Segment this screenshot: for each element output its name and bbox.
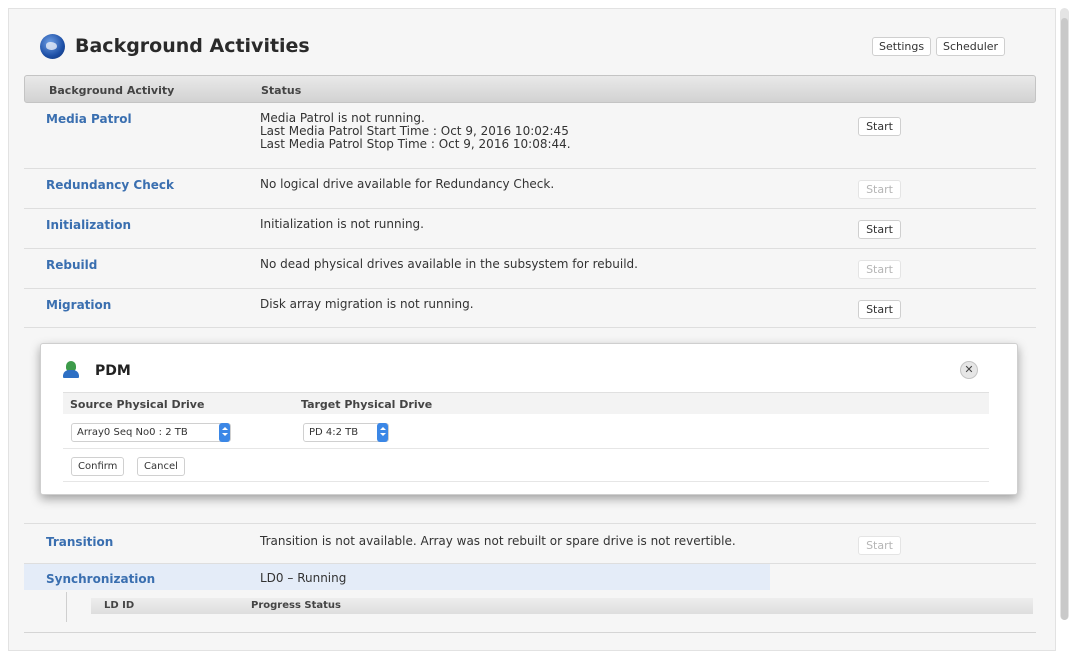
activity-link-initialization[interactable]: Initialization [46,218,131,232]
activity-row-migration: Migration Disk array migration is not ru… [24,290,1036,328]
activity-row-rebuild: Rebuild No dead physical drives availabl… [24,250,1036,289]
activity-row-transition: Transition Transition is not available. … [24,523,1036,564]
status-line: Last Media Patrol Stop Time : Oct 9, 201… [260,137,571,151]
activity-status: Initialization is not running. [260,217,424,231]
divider [63,448,989,449]
select-arrows-icon [219,423,230,442]
activity-row-redundancy-check: Redundancy Check No logical drive availa… [24,170,1036,209]
close-icon[interactable]: ✕ [960,361,978,379]
pdm-table-header: Source Physical Drive Target Physical Dr… [63,392,989,414]
activities-table-header: Background Activity Status [24,75,1036,103]
column-header-status: Status [261,84,302,97]
activity-status: Disk array migration is not running. [260,297,474,311]
activity-link-migration[interactable]: Migration [46,298,111,312]
page-title: Background Activities [75,35,310,57]
column-header-source-drive: Source Physical Drive [70,398,205,411]
target-drive-select[interactable]: PD 4:2 TB [303,423,389,442]
column-header-ld-id: LD ID [104,600,135,611]
confirm-button[interactable]: Confirm [71,457,125,476]
page-header: Background Activities [40,33,310,59]
activity-row-synchronization: Synchronization LD0 – Running [24,564,770,590]
start-button-migration[interactable]: Start [858,300,901,319]
user-icon [63,361,79,378]
source-drive-value: Array0 Seq No0 : 2 TB [77,427,188,438]
select-arrows-icon [377,423,388,442]
activity-link-rebuild[interactable]: Rebuild [46,258,97,272]
scrollbar-thumb[interactable] [1061,18,1068,620]
divider [24,632,1036,633]
activity-status: Media Patrol is not running. Last Media … [260,112,571,151]
activity-link-redundancy-check[interactable]: Redundancy Check [46,178,174,192]
cancel-button[interactable]: Cancel [137,457,185,476]
column-header-progress-status: Progress Status [251,600,341,611]
column-header-target-drive: Target Physical Drive [301,398,433,411]
activity-status: LD0 – Running [260,571,347,585]
vertical-scrollbar[interactable] [1060,8,1069,620]
divider [63,481,989,482]
activity-link-synchronization[interactable]: Synchronization [46,572,155,586]
start-button-rebuild: Start [858,260,901,279]
activity-row-initialization: Initialization Initialization is not run… [24,210,1036,249]
globe-icon [40,33,65,59]
start-button-initialization[interactable]: Start [858,220,901,239]
start-button-transition: Start [858,536,901,555]
target-drive-value: PD 4:2 TB [309,427,359,438]
pdm-title: PDM [95,363,131,379]
scheduler-button[interactable]: Scheduler [936,37,1006,56]
source-drive-select[interactable]: Array0 Seq No0 : 2 TB [71,423,231,442]
activity-link-media-patrol[interactable]: Media Patrol [46,112,132,126]
activity-status: No dead physical drives available in the… [260,257,638,271]
sync-table-header: LD ID Progress Status [91,598,1033,614]
start-button-redundancy-check: Start [858,180,901,199]
pdm-dialog: PDM ✕ Source Physical Drive Target Physi… [40,343,1018,495]
column-header-activity: Background Activity [49,84,175,97]
activity-status: Transition is not available. Array was n… [260,534,736,548]
start-button-media-patrol[interactable]: Start [858,117,901,136]
settings-button[interactable]: Settings [872,37,932,56]
activity-link-transition[interactable]: Transition [46,535,113,549]
sync-detail-table: LD ID Progress Status [66,592,1033,622]
activity-row-media-patrol: Media Patrol Media Patrol is not running… [24,104,1036,169]
activity-status: No logical drive available for Redundanc… [260,177,555,191]
